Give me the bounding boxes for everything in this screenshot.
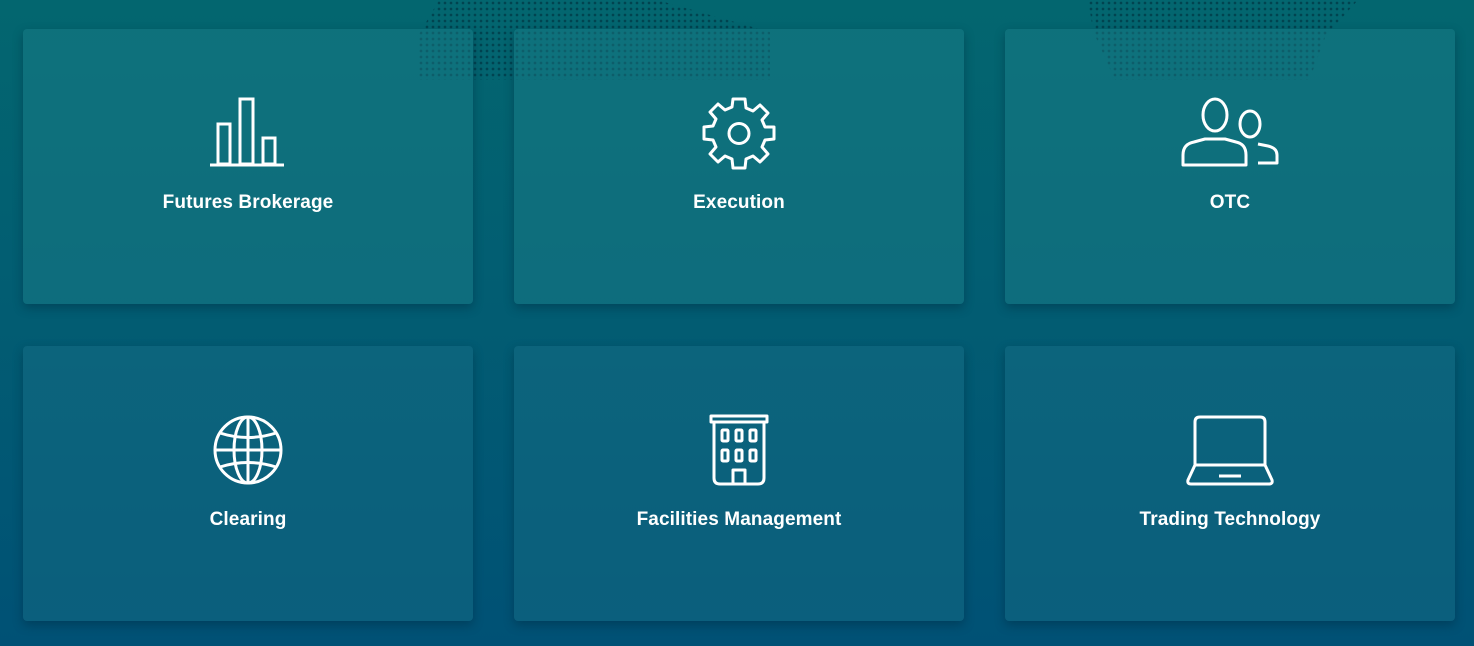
service-label: Futures Brokerage	[162, 192, 334, 213]
bar-chart-icon	[198, 95, 298, 171]
service-label: Trading Technology	[1139, 509, 1321, 530]
service-label: Clearing	[209, 509, 287, 530]
globe-icon	[198, 412, 298, 488]
service-card-futures-brokerage[interactable]: Futures Brokerage	[23, 29, 473, 304]
service-card-trading-technology[interactable]: Trading Technology	[1005, 346, 1455, 621]
service-card-clearing[interactable]: Clearing	[23, 346, 473, 621]
service-label: Execution	[693, 192, 785, 213]
service-card-execution[interactable]: Execution	[514, 29, 964, 304]
service-label: Facilities Management	[636, 509, 842, 530]
laptop-icon	[1180, 412, 1280, 488]
gear-icon	[689, 95, 789, 171]
users-icon	[1180, 95, 1280, 171]
service-card-otc[interactable]: OTC	[1005, 29, 1455, 304]
building-icon	[689, 412, 789, 488]
services-grid: Futures Brokerage Execution OTC Clearing…	[23, 29, 1455, 621]
service-card-facilities-management[interactable]: Facilities Management	[514, 346, 964, 621]
service-label: OTC	[1209, 192, 1251, 213]
